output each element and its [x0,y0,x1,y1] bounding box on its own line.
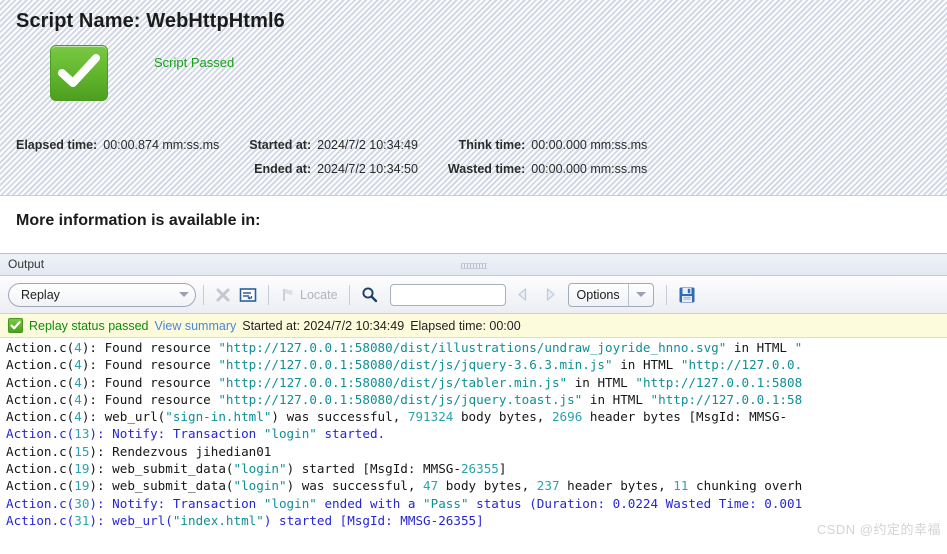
locate-button[interactable]: Locate [276,283,342,307]
search-button[interactable] [357,283,382,307]
output-pane-title: Output [8,257,45,271]
script-status-row: Script Passed [16,45,931,101]
metric-label-elapsed-time: Elapsed time: [16,138,98,152]
toolbar-divider [268,284,269,305]
metric-value-wasted-time: 00:00.000 mm:ss.ms [531,162,648,176]
view-summary-link[interactable]: View summary [155,319,237,333]
search-next-button[interactable] [541,286,558,303]
replay-status-strip: Replay status passed View summary Starte… [0,314,947,338]
metric-label-wasted-time: Wasted time: [447,162,526,176]
output-toolbar: Replay Locate Options [0,276,947,314]
timing-metrics: Elapsed time: 00:00.874 mm:ss.ms Started… [16,138,931,186]
log-line: Action.c(19): web_submit_data("login") s… [6,461,507,477]
toolbar-divider [203,284,204,305]
log-line: Action.c(4): Found resource "http://127.… [6,357,803,373]
metric-value-ended-at: 2024/7/2 10:34:50 [317,162,418,176]
word-wrap-button[interactable] [235,283,261,307]
log-output[interactable]: Action.c(4): Found resource "http://127.… [0,338,947,554]
log-line: Action.c(13): Notify: Transaction "login… [6,426,386,442]
chevron-down-icon[interactable] [629,292,653,297]
chevron-down-icon [179,292,189,297]
search-prev-button[interactable] [515,286,532,303]
replay-started-at: Started at: 2024/7/2 10:34:49 [242,318,405,333]
source-select[interactable]: Replay [8,282,196,307]
options-button-label: Options [576,287,620,302]
replay-elapsed-time: Elapsed time: 00:00 [410,318,521,333]
metric-label-started-at: Started at: [249,138,312,152]
prev-arrow-icon [517,288,526,301]
options-button[interactable]: Options [567,282,654,307]
search-input[interactable] [389,283,506,306]
check-icon [8,318,23,333]
metric-value-think-time: 00:00.000 mm:ss.ms [531,138,648,152]
status-badge: Script Passed [154,54,235,70]
log-line: Action.c(4): web_url("sign-in.html") was… [6,409,788,425]
replay-status-text: Replay status passed [29,318,149,333]
splitter-grip[interactable] [460,263,487,269]
log-line: Action.c(19): web_submit_data("login") w… [6,478,803,494]
log-line: Action.c(30): Notify: Transaction "login… [6,495,803,511]
log-line: Action.c(4): Found resource "http://127.… [6,374,803,390]
clear-x-icon [216,288,230,301]
log-line: Action.c(31): web_url("index.html") star… [6,512,484,528]
metric-label-ended-at: Ended at: [254,162,312,176]
metric-label-think-time: Think time: [458,138,526,152]
next-arrow-icon [546,288,555,301]
toolbar-divider [665,284,667,305]
save-button[interactable] [674,283,700,307]
log-line: Action.c(4): Found resource "http://127.… [6,391,803,407]
locate-flag-icon [283,288,293,301]
locate-button-label: Locate [300,287,338,302]
log-lines-container: Action.c(4): Found resource "http://127.… [0,339,947,529]
script-summary-panel: Script Name: WebHttpHtml6 Script Passed … [0,0,947,196]
log-line: Action.c(15): Rendezvous jihedian01 [6,443,272,459]
metric-value-started-at: 2024/7/2 10:34:49 [317,138,418,152]
output-pane-header: Output [0,254,947,276]
source-select-value: Replay [21,287,60,302]
toolbar-divider [348,284,350,305]
page-title: Script Name: WebHttpHtml6 [16,10,285,32]
check-icon [50,45,108,101]
log-line: Action.c(4): Found resource "http://127.… [6,340,803,355]
metric-value-elapsed-time: 00:00.874 mm:ss.ms [103,138,220,152]
search-icon [361,287,377,303]
word-wrap-icon [239,287,257,302]
more-information-section: More information is available in: [0,196,947,254]
more-information-heading: More information is available in: [16,212,261,229]
save-disk-icon [679,287,695,302]
clear-output-button[interactable] [211,283,235,307]
